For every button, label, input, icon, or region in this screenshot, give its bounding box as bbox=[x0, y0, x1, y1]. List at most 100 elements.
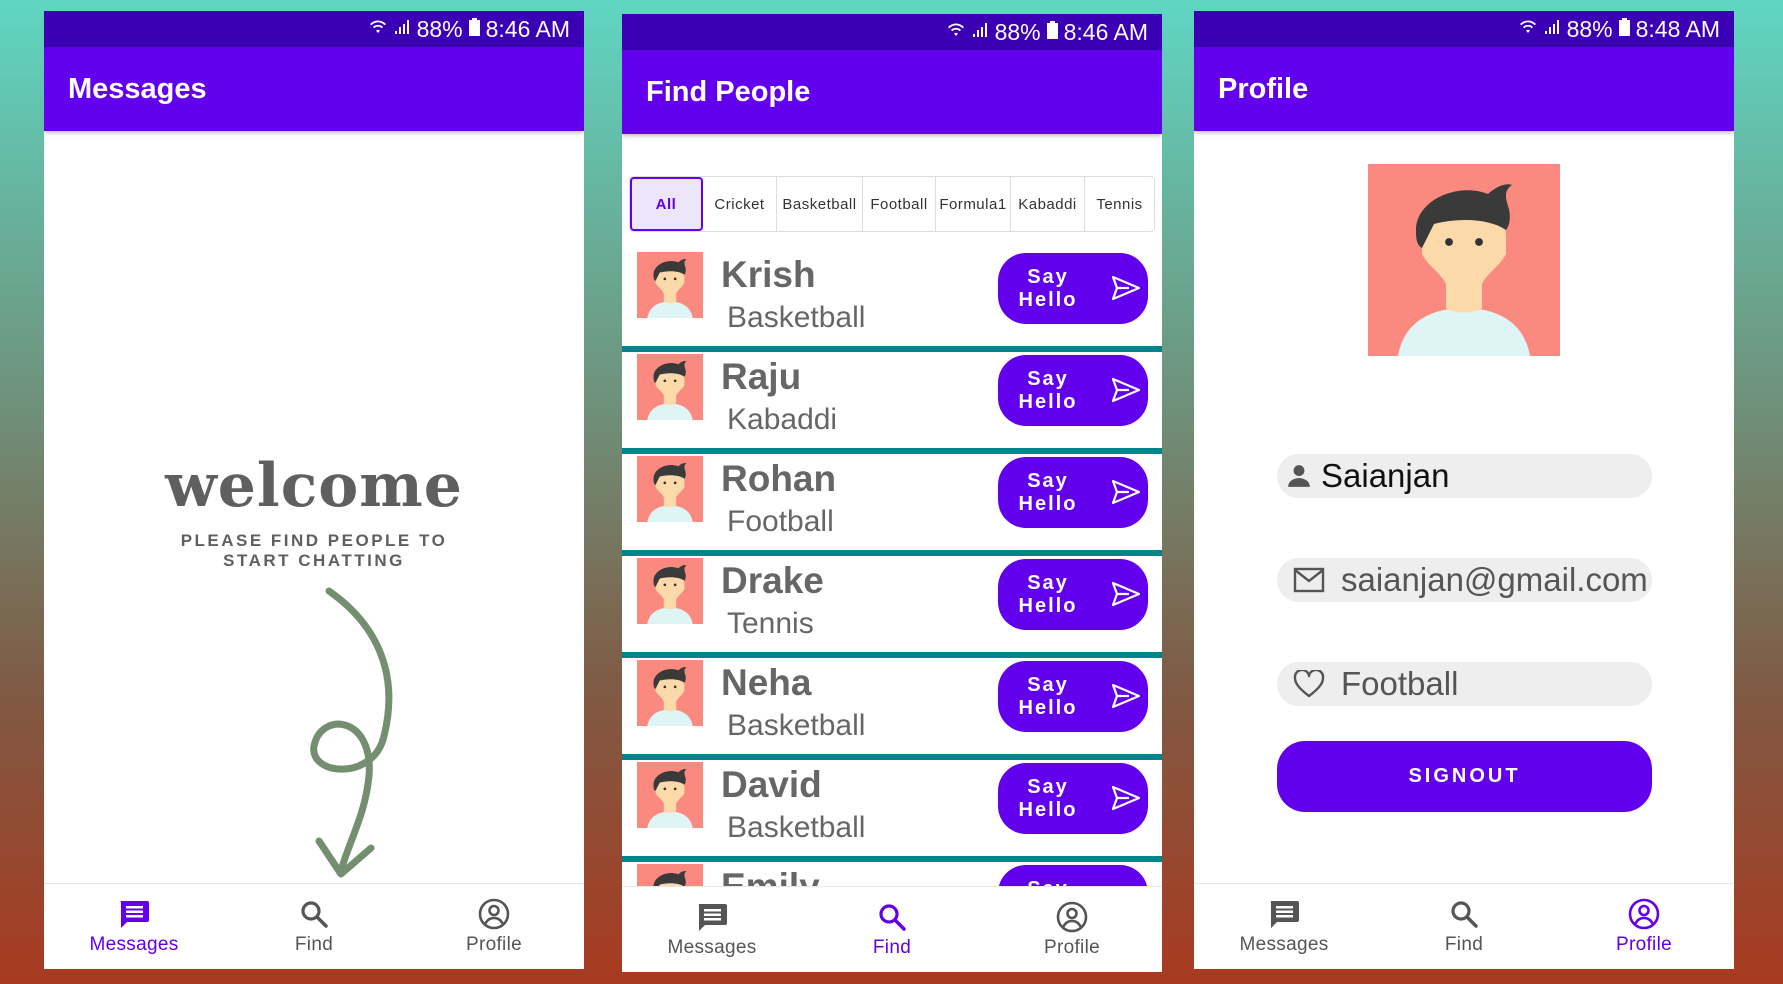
person-icon bbox=[1277, 463, 1321, 489]
say-hello-button[interactable]: SayHello bbox=[998, 661, 1148, 732]
person-sport: Basketball bbox=[727, 709, 866, 742]
say-hello-line1: Say bbox=[1027, 775, 1069, 798]
person-sport: Basketball bbox=[727, 811, 866, 844]
status-bar: 88% 8:46 AM bbox=[622, 14, 1162, 50]
message-icon bbox=[1268, 898, 1300, 930]
welcome-subtitle-line1: PLEASE FIND PEOPLE TO bbox=[180, 531, 448, 550]
heart-icon bbox=[1277, 670, 1341, 698]
messages-screen: 88% 8:46 AM Messages welcome PLEASE FIND… bbox=[44, 11, 584, 969]
bottom-navigation: Messages Find Profile bbox=[44, 883, 584, 969]
person-name: Rohan bbox=[721, 458, 837, 499]
say-hello-line1: Say bbox=[1027, 265, 1069, 288]
say-hello-line2: Hello bbox=[1018, 594, 1078, 617]
person-avatar bbox=[637, 252, 703, 323]
send-icon bbox=[1111, 581, 1141, 612]
email-field[interactable]: saianjan@gmail.com bbox=[1277, 558, 1652, 602]
battery-icon bbox=[1618, 17, 1630, 41]
signout-button[interactable]: SIGNOUT bbox=[1277, 741, 1652, 812]
profile-sport: Football bbox=[1341, 665, 1459, 702]
nav-messages[interactable]: Messages bbox=[44, 884, 224, 969]
signal-icon bbox=[393, 18, 411, 41]
say-hello-label: SayHello bbox=[998, 674, 1098, 720]
profile-email: saianjan@gmail.com bbox=[1341, 561, 1648, 598]
person-name: Neha bbox=[721, 662, 812, 703]
search-icon bbox=[299, 898, 329, 930]
send-icon bbox=[1111, 377, 1141, 408]
say-hello-button[interactable]: SayHello bbox=[998, 253, 1148, 324]
nav-label: Messages bbox=[1239, 933, 1329, 955]
wifi-icon bbox=[1519, 18, 1537, 41]
sport-filter-chips: All Cricket Basketball Football Formula1… bbox=[629, 176, 1155, 232]
nav-find[interactable]: Find bbox=[802, 887, 982, 972]
account-circle-icon bbox=[1056, 901, 1088, 933]
message-icon bbox=[118, 898, 150, 930]
person-avatar bbox=[637, 354, 703, 425]
say-hello-label: SayHello bbox=[998, 776, 1098, 822]
clock: 8:46 AM bbox=[1063, 18, 1148, 45]
nav-profile[interactable]: Profile bbox=[1554, 884, 1734, 969]
person-sport: Kabaddi bbox=[727, 403, 838, 436]
nav-find[interactable]: Find bbox=[224, 884, 404, 969]
person-sport: Football bbox=[727, 505, 834, 538]
nav-label: Profile bbox=[1044, 936, 1100, 958]
nav-profile[interactable]: Profile bbox=[404, 884, 584, 969]
nav-profile[interactable]: Profile bbox=[982, 887, 1162, 972]
nav-messages[interactable]: Messages bbox=[1194, 884, 1374, 969]
say-hello-line2: Hello bbox=[1018, 288, 1078, 311]
status-bar: 88% 8:46 AM bbox=[44, 11, 584, 47]
filter-chip-kabaddi[interactable]: Kabaddi bbox=[1011, 177, 1085, 231]
nav-find[interactable]: Find bbox=[1374, 884, 1554, 969]
person-row: Neha Basketball Say Hello bbox=[622, 658, 1162, 760]
nav-label: Profile bbox=[466, 933, 522, 955]
person-row: Krish Basketball Say Hello bbox=[622, 250, 1162, 352]
nav-label: Find bbox=[294, 933, 334, 955]
say-hello-button[interactable]: SayHello bbox=[998, 763, 1148, 834]
nav-label: Find bbox=[872, 936, 912, 958]
search-icon bbox=[1449, 898, 1479, 930]
battery-icon bbox=[1046, 20, 1058, 44]
say-hello-line1: Say bbox=[1027, 469, 1069, 492]
favorite-sport-field[interactable]: Football bbox=[1277, 662, 1652, 706]
signal-icon bbox=[1543, 18, 1561, 41]
profile-screen: 88% 8:48 AM Profile Saianjan saianjan@gm… bbox=[1194, 11, 1734, 969]
nav-messages[interactable]: Messages bbox=[622, 887, 802, 972]
filter-chip-basketball[interactable]: Basketball bbox=[777, 177, 863, 231]
say-hello-line1: Say bbox=[1027, 367, 1069, 390]
app-bar-title: Messages bbox=[44, 47, 584, 131]
say-hello-label: SayHello bbox=[998, 470, 1098, 516]
name-field[interactable]: Saianjan bbox=[1277, 454, 1652, 498]
say-hello-line1: Say bbox=[1027, 571, 1069, 594]
say-hello-line2: Hello bbox=[1018, 696, 1078, 719]
person-name: Drake bbox=[721, 560, 824, 601]
say-hello-line2: Hello bbox=[1018, 492, 1078, 515]
bottom-navigation: Messages Find Profile bbox=[1194, 883, 1734, 969]
person-sport: Basketball bbox=[727, 301, 866, 334]
person-avatar bbox=[637, 762, 703, 833]
say-hello-button[interactable]: SayHello bbox=[998, 355, 1148, 426]
curly-arrow-icon bbox=[310, 587, 393, 878]
person-row: Raju Kabaddi Say Hello bbox=[622, 352, 1162, 454]
person-sport: Tennis bbox=[727, 607, 814, 640]
filter-chip-formula1[interactable]: Formula1 bbox=[936, 177, 1011, 231]
clock: 8:46 AM bbox=[485, 15, 570, 42]
person-avatar bbox=[637, 456, 703, 527]
filter-chip-all[interactable]: All bbox=[630, 177, 703, 231]
empty-state: welcome PLEASE FIND PEOPLE TO START CHAT… bbox=[44, 451, 584, 571]
welcome-subtitle-line2: START CHATTING bbox=[223, 551, 405, 570]
wifi-icon bbox=[947, 21, 965, 44]
battery-icon bbox=[468, 17, 480, 41]
filter-chip-cricket[interactable]: Cricket bbox=[703, 177, 777, 231]
filter-chip-football[interactable]: Football bbox=[863, 177, 936, 231]
search-icon bbox=[877, 901, 907, 933]
nav-label: Profile bbox=[1616, 933, 1672, 955]
person-row: Drake Tennis Say Hello bbox=[622, 556, 1162, 658]
person-avatar bbox=[637, 660, 703, 731]
person-name: Raju bbox=[721, 356, 802, 397]
say-hello-label: SayHello bbox=[998, 266, 1098, 312]
person-name: David bbox=[721, 764, 822, 805]
say-hello-button[interactable]: SayHello bbox=[998, 559, 1148, 630]
say-hello-button[interactable]: SayHello bbox=[998, 457, 1148, 528]
status-bar: 88% 8:48 AM bbox=[1194, 11, 1734, 47]
filter-chip-tennis[interactable]: Tennis bbox=[1085, 177, 1154, 231]
say-hello-line2: Hello bbox=[1018, 798, 1078, 821]
